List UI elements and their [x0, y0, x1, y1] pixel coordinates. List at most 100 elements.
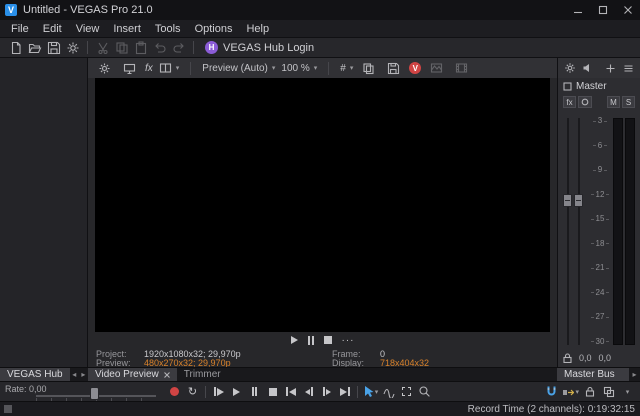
insert-bus-button[interactable]	[603, 59, 618, 77]
paste-button[interactable]	[131, 39, 150, 57]
mute-button[interactable]: M	[607, 96, 620, 108]
menu-help[interactable]: Help	[239, 23, 276, 35]
ellipsis-icon: ···	[342, 335, 355, 346]
vegas-pro-window: V Untitled - VEGAS Pro 21.0 File Edit Vi…	[0, 0, 640, 416]
tab-scroll-right-button[interactable]: ▸	[79, 370, 88, 379]
split-screen-button[interactable]: ▾	[159, 62, 180, 74]
go-to-start-button[interactable]	[282, 383, 299, 400]
loop-icon: ↻	[188, 385, 197, 398]
grid-overlay-dropdown[interactable]: # ▾	[340, 63, 353, 74]
chevron-down-icon: ▾	[575, 388, 579, 396]
pause-button[interactable]	[308, 334, 314, 346]
film-strip-button[interactable]	[452, 59, 471, 77]
meter-scale-label: 21	[591, 264, 610, 272]
lock-icon[interactable]	[563, 353, 572, 363]
auto-ripple-button[interactable]: ▾	[562, 383, 579, 400]
more-tools-dropdown[interactable]: ▾	[619, 383, 636, 400]
loop-playback-button[interactable]: ↻	[184, 383, 201, 400]
menu-view[interactable]: View	[69, 23, 107, 35]
preview-settings-button[interactable]	[95, 59, 114, 77]
new-project-button[interactable]	[6, 39, 25, 57]
chevron-down-icon: ▾	[350, 64, 354, 72]
grid-overlay-icon: #	[340, 63, 346, 74]
meter-scale-label: 12	[591, 191, 610, 199]
pause-button-main[interactable]	[246, 383, 263, 400]
master-bus-toolbar	[558, 58, 640, 78]
fader-handle-left[interactable]	[563, 194, 572, 207]
external-monitor-button[interactable]	[120, 59, 139, 77]
copy-button[interactable]	[112, 39, 131, 57]
play-button-main[interactable]	[228, 383, 245, 400]
menu-options[interactable]: Options	[188, 23, 240, 35]
meter-scale-label: 6	[593, 142, 607, 150]
main-toolbar: H VEGAS Hub Login	[0, 37, 640, 57]
master-bus-header: Master	[558, 78, 640, 94]
bus-tab-scroll-button[interactable]: ▸	[629, 370, 640, 379]
grouping-icon	[603, 386, 615, 398]
snap-button[interactable]	[543, 383, 560, 400]
video-preview-toolbar: fx ▾ Preview (Auto) ▾ 100 % ▾ # ▾	[88, 58, 557, 78]
open-project-button[interactable]	[25, 39, 44, 57]
video-preview-tab[interactable]: Video Preview	[88, 368, 177, 382]
magnifier-icon	[418, 385, 431, 398]
stop-button[interactable]	[324, 334, 332, 346]
copy-snapshot-button[interactable]	[359, 59, 378, 77]
close-tab-icon[interactable]	[164, 372, 170, 378]
menu-tools[interactable]: Tools	[148, 23, 188, 35]
preview-zoom-value: 100 %	[281, 63, 309, 74]
lock-envelopes-button[interactable]	[581, 383, 598, 400]
menu-file[interactable]: File	[4, 23, 36, 35]
scopes-button[interactable]	[427, 59, 446, 77]
bus-automation-button[interactable]	[578, 96, 592, 108]
rate-slider-handle[interactable]	[90, 387, 99, 400]
preview-device-button[interactable]: V	[409, 62, 421, 74]
preview-zoom-dropdown[interactable]: 100 % ▾	[281, 63, 317, 74]
save-snapshot-button[interactable]	[384, 59, 403, 77]
save-project-button[interactable]	[44, 39, 63, 57]
edit-tool-button[interactable]: ▾	[362, 383, 379, 400]
bus-fx-button[interactable]: fx	[563, 96, 576, 108]
panel-menu-button[interactable]	[621, 59, 636, 77]
preview-quality-dropdown[interactable]: Preview (Auto) ▾	[202, 63, 275, 74]
vegas-hub-tab[interactable]: VEGAS Hub	[0, 368, 70, 382]
solo-button[interactable]: S	[622, 96, 635, 108]
chevron-down-icon: ▾	[272, 64, 276, 72]
transport-more-button[interactable]: ···	[342, 334, 355, 346]
record-button[interactable]	[166, 383, 183, 400]
close-button[interactable]	[615, 0, 640, 20]
zoom-tool-button[interactable]	[416, 383, 433, 400]
meter-scale: 3 6 9 12 15 18 21 24 27 30	[589, 114, 611, 349]
speaker-icon[interactable]	[580, 59, 595, 77]
chevron-down-icon: ▾	[314, 64, 318, 72]
vegas-hub-login-button[interactable]: H VEGAS Hub Login	[205, 41, 314, 54]
preview-info: Project: 1920x1080x32; 29,970p Preview: …	[88, 348, 557, 367]
bus-settings-button[interactable]	[562, 59, 577, 77]
stop-button-main[interactable]	[264, 383, 281, 400]
undo-button[interactable]	[150, 39, 169, 57]
master-faders	[558, 114, 589, 349]
menu-insert[interactable]: Insert	[106, 23, 148, 35]
play-button[interactable]	[291, 334, 298, 346]
selection-tool-button[interactable]	[398, 383, 415, 400]
fader-value-left: 0,0	[579, 353, 592, 363]
tab-scroll-left-button[interactable]: ◂	[70, 370, 79, 379]
video-output-fx-button[interactable]: fx	[145, 63, 153, 74]
trimmer-tab[interactable]: Trimmer	[177, 368, 228, 382]
ignore-grouping-button[interactable]	[600, 383, 617, 400]
cut-button[interactable]	[93, 39, 112, 57]
master-bus-meters: 3 6 9 12 15 18 21 24 27 30	[558, 114, 640, 349]
next-frame-button[interactable]	[318, 383, 335, 400]
project-properties-button[interactable]	[63, 39, 82, 57]
fader-handle-right[interactable]	[574, 194, 583, 207]
go-to-end-button[interactable]	[336, 383, 353, 400]
previous-frame-button[interactable]	[300, 383, 317, 400]
app-logo-icon: V	[5, 4, 17, 16]
master-bus-tab[interactable]: Master Bus	[557, 368, 629, 382]
redo-button[interactable]	[169, 39, 188, 57]
maximize-button[interactable]	[590, 0, 615, 20]
play-from-start-button[interactable]	[210, 383, 227, 400]
menu-edit[interactable]: Edit	[36, 23, 69, 35]
minimize-button[interactable]	[565, 0, 590, 20]
envelope-tool-button[interactable]	[380, 383, 397, 400]
window-controls	[565, 0, 640, 20]
